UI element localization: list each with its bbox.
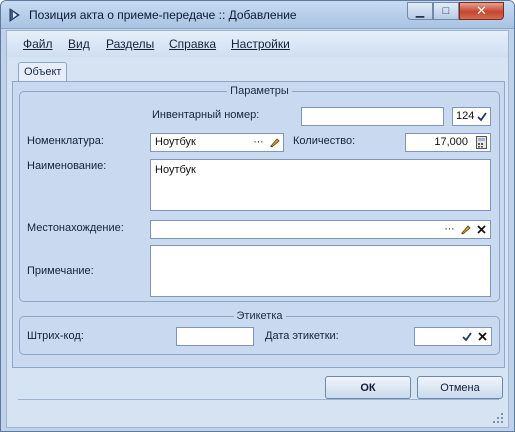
quantity-value: 17,000 [434,136,468,148]
maximize-button[interactable]: □ [433,2,459,20]
inventory-number-input[interactable] [301,107,444,126]
clear-icon[interactable] [474,222,489,237]
note-label: Примечание: [27,265,94,277]
menu-file[interactable]: Файл [23,37,53,51]
clear-icon[interactable] [475,329,490,344]
label-date-label: Дата этикетки: [265,330,339,342]
location-input[interactable]: ⋯ [150,220,491,239]
quantity-input[interactable]: 17,000 [405,133,491,152]
nomenclature-value: Ноутбук [155,136,196,148]
tab-panel-object: Параметры Инвентарный номер: 124 Номенкл… [12,81,505,368]
barcode-input[interactable] [176,327,254,346]
check-icon[interactable] [459,329,474,344]
menu-bar: Файл Вид Разделы Справка Настройки [7,31,508,57]
menu-settings[interactable]: Настройки [231,37,290,51]
calculator-icon[interactable] [474,135,489,150]
app-icon [9,8,20,22]
name-label: Наименование: [27,160,107,172]
check-icon[interactable] [474,109,489,124]
tab-object[interactable]: Объект [18,62,67,82]
label-date-input[interactable] [414,327,492,346]
bottom-divider [18,399,499,400]
menu-help[interactable]: Справка [169,37,216,51]
inventory-counter-value: 124 [456,110,475,122]
title-bar[interactable]: Позиция акта о приеме-передаче :: Добавл… [1,1,514,29]
close-button[interactable]: ✕ [459,2,504,20]
parameters-group-title: Параметры [227,85,292,97]
dialog-window: Позиция акта о приеме-передаче :: Добавл… [0,0,515,432]
parameters-group: Параметры Инвентарный номер: 124 Номенкл… [19,85,500,302]
nomenclature-input[interactable]: Ноутбук ⋯ [150,133,284,152]
name-textarea[interactable]: Ноутбук [150,159,491,211]
menu-view[interactable]: Вид [68,37,90,51]
label-group: Этикетка Штрих-код: Дата этикетки: [19,310,500,355]
minimize-button[interactable]: ▁ [407,2,433,20]
cancel-button[interactable]: Отмена [417,376,503,399]
barcode-label: Штрих-код: [27,330,84,342]
resize-grip-icon[interactable] [492,412,504,424]
edit-pencil-icon[interactable] [458,222,473,237]
ellipsis-icon[interactable]: ⋯ [251,135,266,150]
nomenclature-label: Номенклатура: [27,135,104,147]
label-group-title: Этикетка [233,310,286,322]
ellipsis-icon[interactable]: ⋯ [442,222,457,237]
inventory-number-label: Инвентарный номер: [152,109,260,121]
client-area: Файл Вид Разделы Справка Настройки Объек… [6,30,509,428]
quantity-label: Количество: [293,135,356,147]
window-title: Позиция акта о приеме-передаче :: Добавл… [29,8,297,22]
note-textarea[interactable] [150,245,491,297]
edit-pencil-icon[interactable] [267,135,282,150]
ok-button[interactable]: ОК [325,376,411,399]
menu-sections[interactable]: Разделы [106,37,154,51]
inventory-counter-field[interactable]: 124 [452,107,491,126]
location-label: Местонахождение: [27,222,124,234]
